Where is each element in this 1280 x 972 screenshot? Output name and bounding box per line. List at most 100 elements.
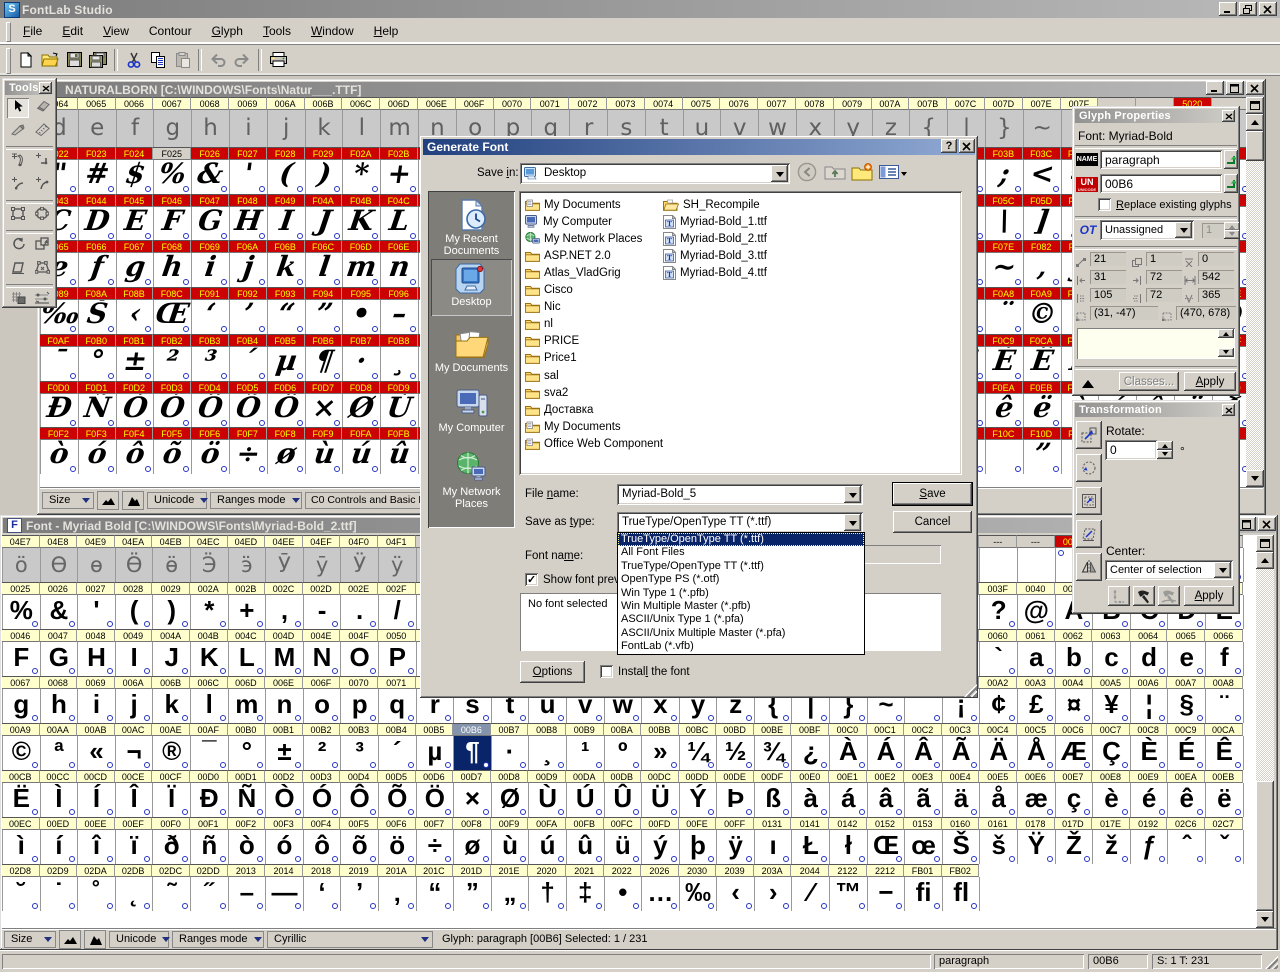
glyph-cell[interactable]: × [454, 783, 492, 817]
glyph-cell[interactable]: ù [305, 440, 344, 475]
menu-edit[interactable]: Edit [52, 18, 93, 44]
save-as-type-combo[interactable]: TrueType/OpenType TT (*.ttf) [617, 512, 863, 533]
glyph-cell[interactable]: Œ [154, 300, 193, 335]
glyph-cell[interactable]: Ð [41, 393, 79, 428]
glyph-cell[interactable]: K [343, 206, 382, 241]
ellipse-tool[interactable] [31, 206, 53, 226]
glyph-cell[interactable]: Ð [190, 783, 229, 817]
ot-feature-dropdown[interactable]: Unassigned [1100, 220, 1194, 240]
glyph-cell[interactable]: ˘ [3, 877, 41, 911]
glyph-cell[interactable]: ø [267, 440, 306, 475]
glyph-cell[interactable]: õ [154, 440, 193, 475]
glyph-properties-titlebar[interactable]: Glyph Properties [1075, 109, 1237, 123]
scale-tool[interactable] [31, 236, 53, 256]
glyph-cell[interactable]: · [491, 736, 530, 770]
glyph-cell[interactable]: • [604, 877, 643, 911]
glyph-cell[interactable]: ½ [717, 736, 755, 770]
glyph-cell[interactable]: ™ [830, 877, 868, 911]
glyph-cell[interactable]: & [40, 595, 79, 629]
glyph-cell[interactable]: I [267, 206, 306, 241]
glyph-cell[interactable]: Ø [491, 783, 530, 817]
glyph-cell[interactable]: þ [679, 830, 718, 864]
glyph-cell[interactable]: ü [604, 830, 643, 864]
glyph-cell[interactable]: ӧ [3, 548, 41, 582]
glyph-unicode-field[interactable]: 00B6 [1100, 174, 1222, 193]
glyph-cell[interactable]: è [1093, 783, 1131, 817]
glyph-cell[interactable]: À [830, 736, 868, 770]
glyph-cell[interactable]: Ô [192, 393, 230, 428]
glyph-cell[interactable]: ӱ [378, 548, 417, 582]
naturalborn-mode-dropdown[interactable]: Ranges mode [210, 492, 302, 509]
glyph-cell[interactable]: Ó [303, 783, 342, 817]
save-in-arrow-icon[interactable] [771, 165, 788, 182]
glyph-cell[interactable]: Ï [153, 783, 191, 817]
save-all-button[interactable] [86, 47, 110, 72]
snap-tool[interactable] [31, 290, 53, 310]
glyph-cell[interactable]: š [980, 830, 1019, 864]
glyph-cell[interactable]: ﬂ [942, 877, 981, 911]
glyph-cell[interactable]: µ [267, 346, 306, 381]
place-desktop[interactable]: Desktop [431, 259, 512, 316]
glyph-cell[interactable]: d [1130, 642, 1169, 676]
glyph-cell[interactable]: ô [303, 830, 342, 864]
naturalborn-scroll-thumb[interactable] [1246, 131, 1264, 161]
small-cells-icon[interactable] [97, 491, 119, 510]
glyph-cell[interactable]: ¿ [792, 736, 831, 770]
naturalborn-titlebar[interactable]: NATURALBORN [C:\WINDOWS\Fonts\Natur___.T… [40, 82, 1263, 97]
glyph-cell[interactable]: ° [228, 736, 267, 770]
glyph-cell[interactable]: ² [303, 736, 342, 770]
eraser-tool[interactable] [31, 98, 53, 118]
glyph-cell[interactable]: # [78, 160, 117, 194]
file-item[interactable]: T Myriad-Bold_1.ttf [663, 213, 767, 230]
glyph-cell[interactable]: Ö [267, 393, 306, 428]
glyph-cell[interactable]: ' [229, 160, 268, 194]
type-option[interactable]: OpenType PS (*.otf) [618, 573, 864, 586]
glyph-cell[interactable]: ß [754, 783, 793, 817]
glyph-cell[interactable]: O [341, 642, 379, 676]
naturalborn-vscrollbar[interactable] [1246, 97, 1264, 487]
glyph-cell[interactable]: Ù [381, 393, 419, 428]
save-in-dropdown[interactable]: Desktop [520, 163, 790, 184]
glyph-cell[interactable]: * [190, 595, 229, 629]
glyph-cell[interactable]: ´ [229, 346, 268, 381]
glyph-cell[interactable]: – [381, 300, 419, 335]
apply-unicode-icon[interactable] [1224, 174, 1238, 193]
glyph-cell[interactable]: ˚ [78, 877, 116, 911]
toolbar-grip[interactable] [6, 48, 11, 74]
transformation-close-icon[interactable] [1222, 404, 1235, 416]
glyph-cell[interactable]: } [985, 110, 1024, 147]
glyph-cell[interactable]: ¤ [1055, 689, 1094, 723]
hammer-curve-button[interactable] [1158, 586, 1180, 606]
myriad-scroll-up-button[interactable] [1256, 552, 1274, 569]
menu-window[interactable]: Window [301, 18, 364, 44]
view-menu-button[interactable] [877, 164, 901, 184]
options-button[interactable]: Options [520, 661, 585, 683]
glyph-cell[interactable]: Å [1018, 736, 1056, 770]
glyph-cell[interactable]: ‹ [717, 877, 755, 911]
glyph-cell[interactable]: m [228, 689, 267, 723]
glyph-cell[interactable]: Œ [867, 830, 906, 864]
glyph-cell[interactable]: Ã [942, 736, 981, 770]
glyph-cell[interactable]: J [153, 642, 191, 676]
glyph-cell[interactable]: Â [905, 736, 943, 770]
app-titlebar[interactable]: S FontLab Studio [0, 0, 1280, 18]
file-item[interactable]: Nic [525, 299, 561, 316]
myriad-vscrollbar[interactable] [1256, 535, 1274, 928]
glyph-cell[interactable]: » [642, 736, 680, 770]
glyph-cell[interactable]: ÷ [229, 440, 268, 475]
glyph-cell[interactable]: l [305, 253, 344, 288]
glyph-cell[interactable]: % [3, 595, 41, 629]
install-font-checkbox[interactable] [600, 665, 613, 678]
glyph-cell[interactable]: / [378, 595, 417, 629]
glyph-cell[interactable]: L [381, 206, 419, 241]
glyph-cell[interactable]: ï [115, 830, 154, 864]
myriad-scroll-thumb[interactable] [1256, 781, 1274, 911]
glyph-cell[interactable]: b [1055, 642, 1094, 676]
glyph-cell[interactable]: ‡ [566, 877, 605, 911]
undo-button[interactable] [206, 47, 230, 72]
arrow-tool[interactable] [7, 98, 29, 118]
glyph-cell[interactable]: „ [491, 877, 530, 911]
glyph-cell[interactable]: ¨ [1206, 689, 1244, 723]
glyph-cell[interactable]: + [228, 595, 267, 629]
glyph-cell[interactable]: E [116, 206, 155, 241]
